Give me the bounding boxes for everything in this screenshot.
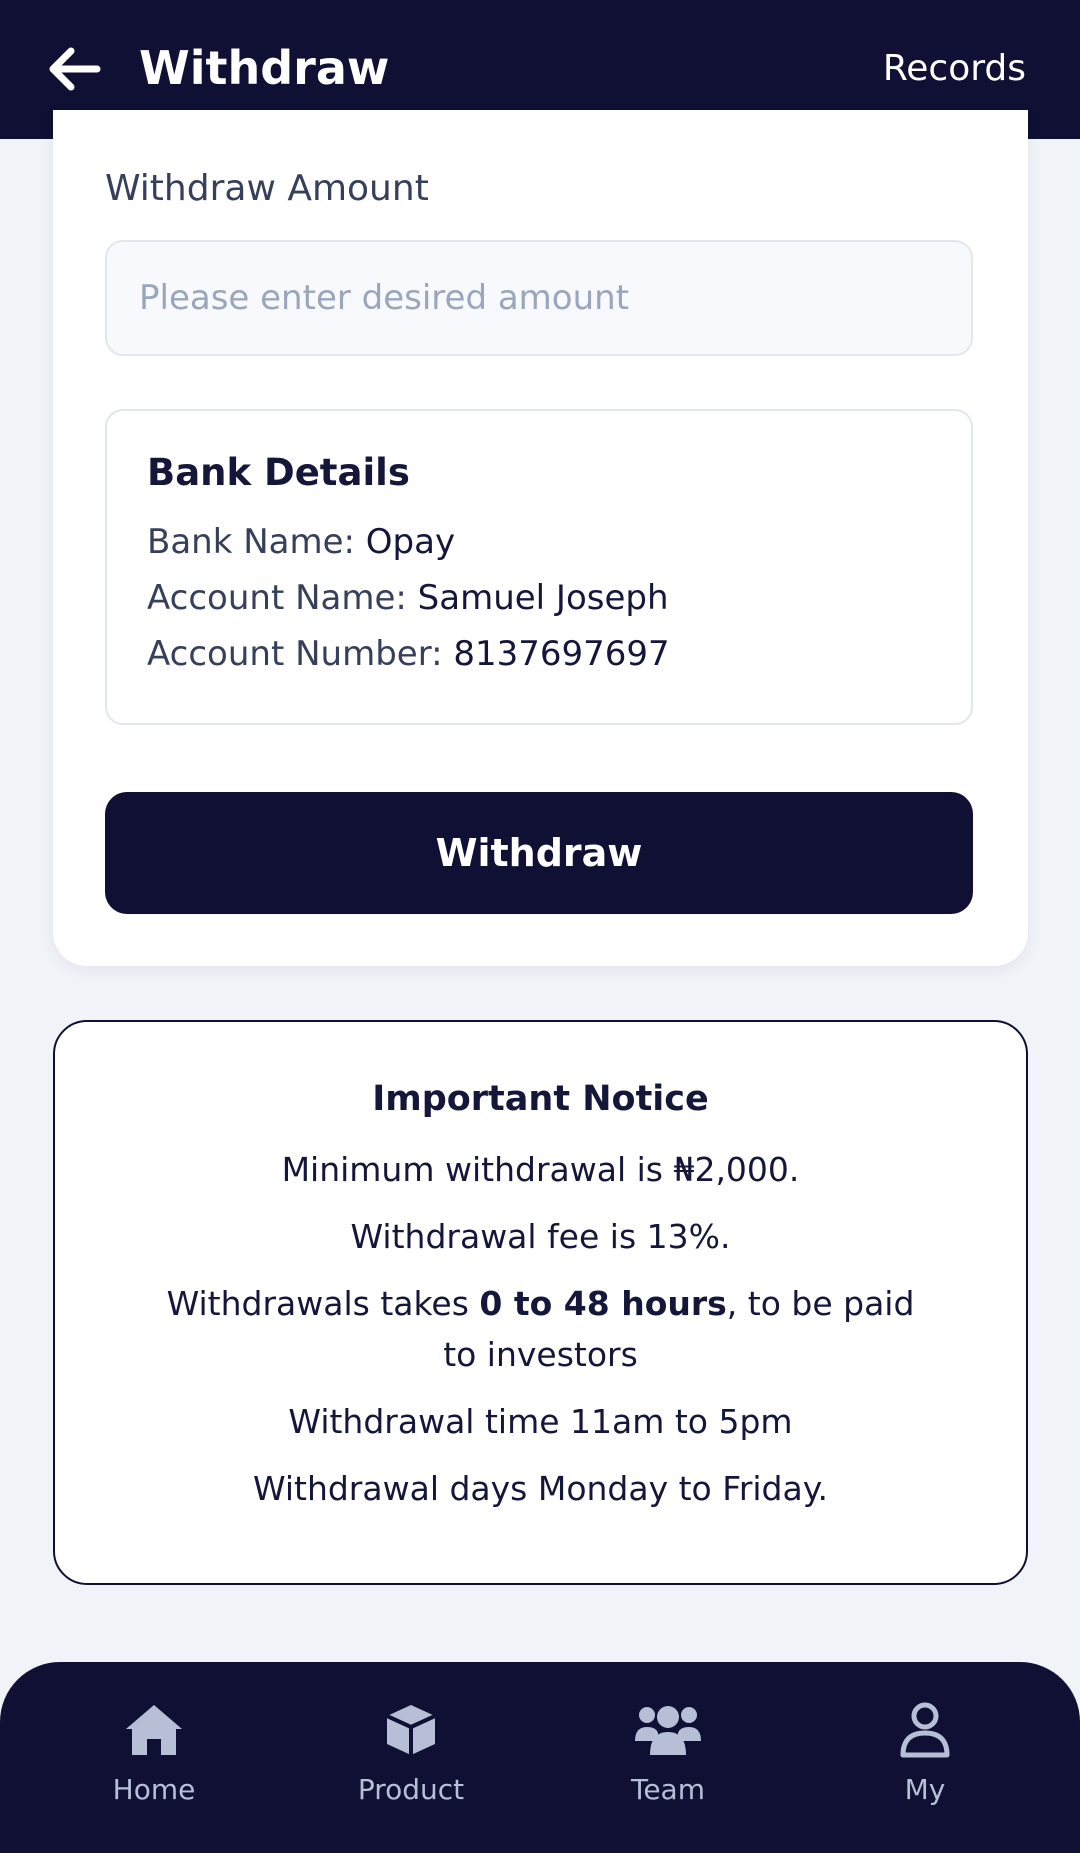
bank-name-row: Bank Name: Opay — [147, 518, 455, 566]
nav-item-team[interactable]: Team — [568, 1698, 768, 1818]
account-number-row: Account Number: 8137697697 — [147, 630, 670, 678]
account-name-row: Account Name: Samuel Joseph — [147, 574, 669, 622]
notice-duration-prefix: Withdrawals takes — [166, 1284, 480, 1323]
notice-fee: Withdrawal fee is 13%. — [350, 1217, 731, 1256]
notice-title: Important Notice — [372, 1079, 709, 1119]
page-title: Withdraw — [139, 41, 390, 95]
account-number-value: 8137697697 — [453, 634, 670, 674]
withdraw-card: Withdraw Amount Bank Details Bank Name: … — [53, 110, 1028, 966]
withdraw-amount-label: Withdraw Amount — [105, 168, 429, 209]
nav-item-product[interactable]: Product — [311, 1698, 511, 1818]
box-icon — [386, 1705, 436, 1755]
nav-item-home[interactable]: Home — [54, 1698, 254, 1818]
notice-time: Withdrawal time 11am to 5pm — [288, 1402, 793, 1441]
nav-label-my: My — [904, 1773, 946, 1806]
arrow-left-icon — [49, 47, 101, 91]
notice-days: Withdrawal days Monday to Friday. — [252, 1469, 829, 1508]
bottom-nav: Home Product Team My — [0, 1662, 1080, 1853]
bank-name-value: Opay — [365, 522, 456, 562]
user-icon — [900, 1702, 950, 1758]
withdraw-amount-input[interactable] — [105, 240, 973, 356]
notice-min-withdrawal: Minimum withdrawal is ₦2,000. — [281, 1150, 800, 1189]
account-name-value: Samuel Joseph — [417, 578, 669, 618]
team-icon — [635, 1706, 701, 1755]
important-notice-box: Important Notice Minimum withdrawal is ₦… — [53, 1020, 1028, 1585]
withdraw-button[interactable]: Withdraw — [105, 792, 973, 914]
notice-duration-bold: 0 to 48 hours — [479, 1284, 727, 1323]
bank-name-label: Bank Name: — [147, 522, 366, 562]
account-name-label: Account Name: — [147, 578, 418, 618]
back-button[interactable] — [42, 36, 108, 102]
nav-label-team: Team — [630, 1773, 705, 1806]
nav-item-my[interactable]: My — [825, 1698, 1025, 1818]
bank-details-box: Bank Details Bank Name: Opay Account Nam… — [105, 409, 973, 725]
nav-label-product: Product — [357, 1773, 465, 1806]
bank-details-title: Bank Details — [147, 451, 410, 494]
notice-duration: Withdrawals takes 0 to 48 hours, to be p… — [145, 1278, 936, 1380]
records-link[interactable]: Records — [883, 44, 1026, 94]
account-number-label: Account Number: — [147, 634, 454, 674]
home-icon — [126, 1705, 182, 1755]
nav-label-home: Home — [112, 1773, 196, 1806]
